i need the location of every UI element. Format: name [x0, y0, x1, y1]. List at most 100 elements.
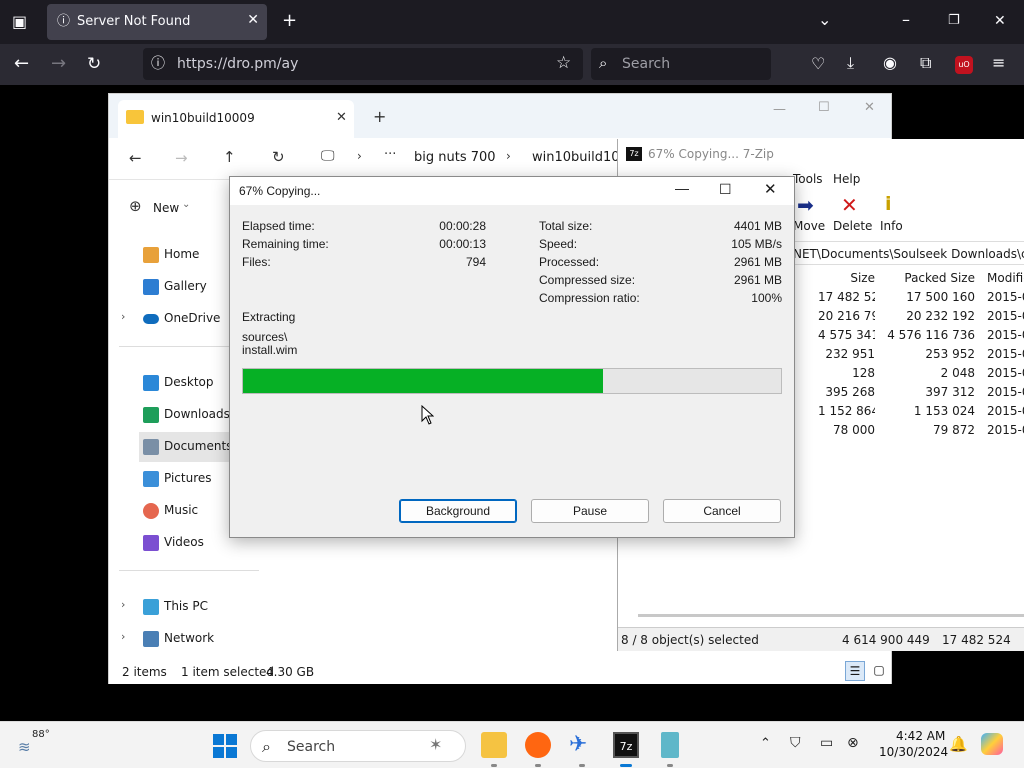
forward-icon[interactable]: →	[51, 55, 66, 73]
new-tab-icon[interactable]: +	[282, 12, 297, 30]
browser-tab[interactable]: ⓘ Server Not Found ✕	[47, 4, 267, 40]
column-header-size[interactable]: Size	[818, 271, 875, 285]
home-icon	[143, 247, 159, 263]
notepad-icon[interactable]	[661, 732, 679, 758]
breadcrumb-item[interactable]: win10build100	[532, 150, 628, 165]
move-button[interactable]: ➡ Move	[793, 193, 833, 237]
divider	[119, 570, 259, 571]
menu-icon[interactable]: ≡	[992, 55, 1005, 71]
refresh-icon[interactable]: ↻	[272, 148, 285, 166]
ublock-icon[interactable]: uO	[955, 56, 973, 74]
menu-help[interactable]: Help	[833, 172, 860, 186]
search-icon: ⌕	[599, 54, 608, 72]
delete-button[interactable]: ✕ Delete	[833, 193, 873, 237]
explorer-titlebar: win10build10009 ✕ + — ☐ ✕	[109, 94, 891, 138]
pocket-icon[interactable]: ♡	[811, 56, 825, 72]
nav-label: Home	[164, 247, 200, 261]
restore-icon[interactable]: ❐	[948, 13, 960, 29]
compressed-value: 2961 MB	[733, 273, 782, 287]
breadcrumb-item[interactable]: big nuts 700	[414, 150, 496, 165]
clock-date[interactable]: 10/30/2024	[879, 745, 948, 759]
background-button[interactable]: Background	[399, 499, 517, 523]
nav-label: OneDrive	[164, 311, 221, 325]
minimize-icon[interactable]: —	[773, 102, 786, 117]
details-view-icon[interactable]: ☰	[845, 661, 865, 681]
explorer-tab[interactable]: win10build10009 ✕	[118, 100, 354, 138]
browser-search-input[interactable]: ⌕ Search	[591, 48, 771, 80]
notification-bell-icon[interactable]: 🔔	[949, 735, 968, 753]
clock-time[interactable]: 4:42 AM	[896, 729, 945, 743]
nav-label: Network	[164, 631, 215, 645]
menu-tools[interactable]: Tools	[793, 172, 823, 186]
music-icon	[143, 503, 159, 519]
windows-icon-part	[226, 734, 237, 745]
close-tab-icon[interactable]: ✕	[336, 110, 347, 125]
maximize-icon[interactable]: ☐	[818, 100, 830, 115]
chevron-up-icon[interactable]: ⌃	[760, 736, 771, 751]
file-explorer-icon[interactable]	[481, 732, 507, 758]
new-tab-icon[interactable]: +	[373, 107, 386, 126]
column-header-packed[interactable]: Packed Size	[880, 271, 975, 285]
close-window-icon[interactable]: ✕	[994, 13, 1006, 29]
start-button[interactable]	[213, 734, 237, 758]
windows-icon	[213, 734, 224, 745]
more-icon[interactable]: ···	[384, 147, 396, 162]
chevron-right-icon[interactable]: ›	[121, 598, 125, 611]
new-button[interactable]: New	[153, 201, 179, 215]
firefox-icon[interactable]	[525, 732, 551, 758]
files-value: 794	[465, 255, 486, 269]
column-header-modified[interactable]: Modifie	[987, 271, 1024, 285]
pause-button[interactable]: Pause	[531, 499, 649, 523]
nav-item-this-pc[interactable]: This PC	[139, 592, 259, 622]
list-all-tabs-icon[interactable]: ⌄	[818, 12, 831, 28]
close-tab-icon[interactable]: ✕	[247, 12, 259, 28]
extensions-icon[interactable]: ⧉	[920, 55, 931, 71]
cell-packed: 1 153 024	[913, 404, 975, 418]
running-indicator	[491, 764, 497, 767]
7zip-taskbar-icon[interactable]: 7z	[613, 732, 639, 758]
move-label: Move	[793, 219, 826, 233]
processed-row: Processed: 2961 MB	[539, 255, 782, 271]
cancel-button[interactable]: Cancel	[663, 499, 781, 523]
weather-temp[interactable]: 88°	[32, 729, 50, 740]
app-bird-icon[interactable]: ✈	[569, 732, 595, 758]
bookmark-star-icon[interactable]: ☆	[556, 55, 571, 72]
nav-label: Music	[164, 503, 199, 517]
7zip-titlebar: 7z 67% Copying... 7-Zip	[618, 139, 1024, 169]
back-icon[interactable]: ←	[14, 55, 29, 73]
nav-item-network[interactable]: Network	[139, 624, 259, 654]
cell-mod: 2015-0	[987, 385, 1024, 399]
chevron-right-icon[interactable]: ›	[121, 310, 125, 323]
chevron-down-icon: ⌄	[182, 199, 191, 210]
tiles-view-icon[interactable]: ▢	[869, 661, 889, 681]
explorer-tab-title: win10build10009	[151, 111, 255, 125]
taskbar-search-label: Search	[287, 739, 336, 755]
reload-icon[interactable]: ↻	[87, 56, 101, 73]
info-button[interactable]: i Info	[880, 193, 910, 237]
weather-icon[interactable]: ≋	[18, 738, 31, 756]
account-icon[interactable]: ◉	[883, 55, 897, 71]
taskbar-search[interactable]: ⌕ Search ✶	[250, 730, 466, 762]
downloads-icon[interactable]: ⤓	[847, 55, 854, 71]
minimize-icon[interactable]: —	[675, 180, 689, 196]
tab-list-icon[interactable]: ▣	[12, 14, 27, 30]
volume-muted-icon[interactable]: ⊗	[847, 735, 859, 751]
delete-icon: ✕	[841, 193, 858, 217]
copilot-icon[interactable]	[981, 733, 1003, 755]
chevron-right-icon[interactable]: ›	[121, 630, 125, 643]
vpn-shield-icon[interactable]: ⛉	[790, 735, 801, 751]
compressed-size-row: Compressed size: 2961 MB	[539, 273, 782, 289]
back-icon[interactable]: ←	[129, 149, 142, 167]
close-icon[interactable]: ✕	[764, 180, 777, 198]
close-window-icon[interactable]: ✕	[864, 100, 875, 115]
url-bar[interactable]: ⓘ https://dro.pm/ay ☆	[143, 48, 583, 80]
display-icon[interactable]: ▭	[820, 735, 833, 751]
minimize-icon[interactable]: –	[902, 12, 910, 28]
up-icon[interactable]: ↑	[223, 148, 236, 166]
search-icon: ⌕	[262, 737, 271, 756]
forward-icon[interactable]: →	[175, 149, 188, 167]
compression-ratio-row: Compression ratio: 100%	[539, 291, 782, 307]
maximize-icon[interactable]: ☐	[719, 181, 732, 198]
site-info-icon[interactable]: ⓘ	[151, 56, 165, 72]
horizontal-scrollbar[interactable]	[638, 614, 1024, 617]
